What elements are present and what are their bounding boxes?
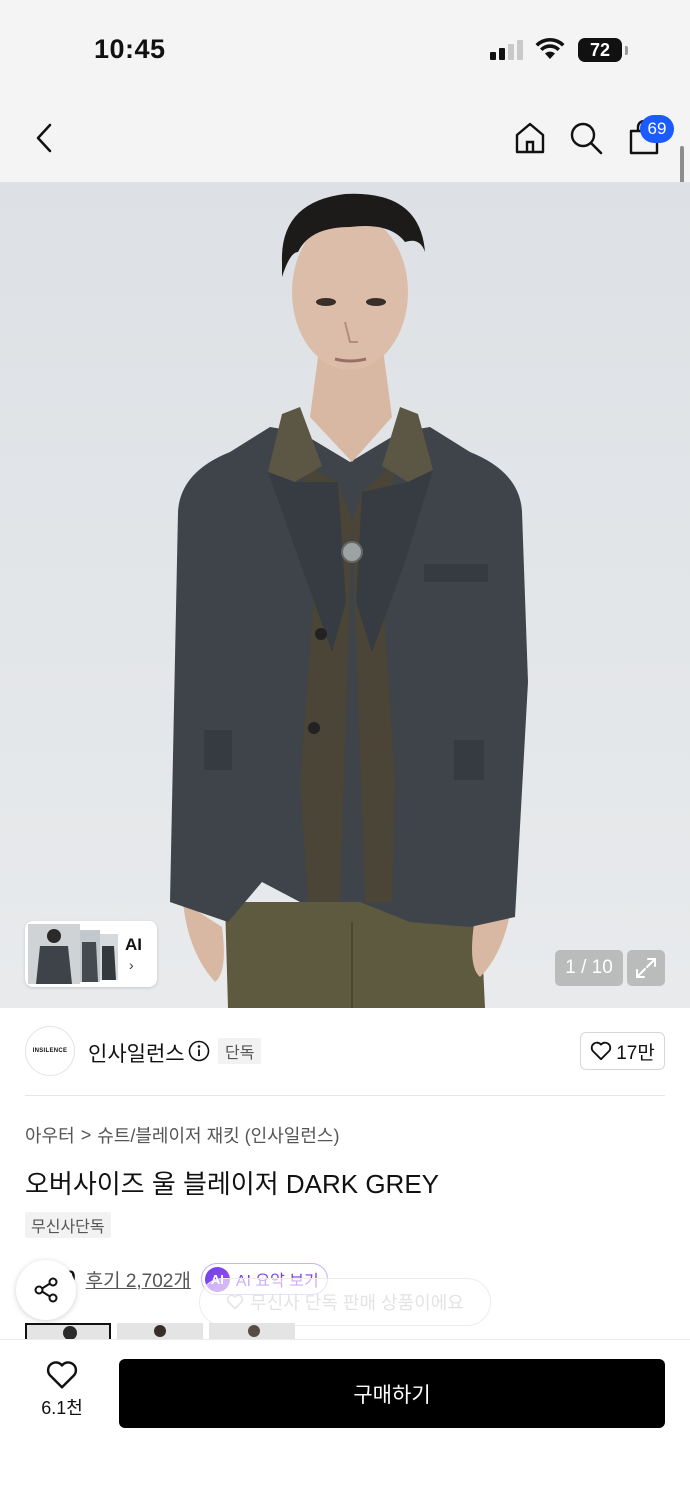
buy-button[interactable]: 구매하기 xyxy=(119,1359,665,1428)
chevron-right-icon: › xyxy=(129,957,134,973)
breadcrumb-category[interactable]: 아우터 xyxy=(25,1122,75,1148)
home-icon xyxy=(515,122,545,154)
info-icon[interactable] xyxy=(188,1040,210,1067)
home-button[interactable] xyxy=(510,118,550,158)
breadcrumb: 아우터 > 슈트/블레이저 재킷 (인사일런스) xyxy=(25,1122,339,1148)
search-icon xyxy=(570,122,603,155)
ai-styling-card[interactable]: AI › xyxy=(25,921,157,987)
cart-count-badge: 69 xyxy=(640,115,674,143)
top-navigation: 69 xyxy=(0,100,690,182)
heart-icon xyxy=(46,1361,78,1389)
product-title: 오버사이즈 울 블레이저 DARK GREY xyxy=(25,1169,440,1199)
signal-icon xyxy=(490,40,523,60)
review-thumbnail[interactable] xyxy=(25,1323,111,1339)
review-thumbnails xyxy=(25,1323,295,1339)
bottom-bar: 6.1천 구매하기 xyxy=(0,1339,690,1500)
exclusive-badge: 무신사단독 xyxy=(25,1212,111,1238)
model-photo xyxy=(170,193,528,1008)
share-icon xyxy=(34,1277,58,1303)
share-button[interactable] xyxy=(16,1260,76,1320)
expand-icon xyxy=(636,958,656,978)
status-bar: 10:45 72 xyxy=(0,0,690,100)
breadcrumb-subcategory[interactable]: 슈트/블레이저 재킷 (인사일런스) xyxy=(97,1122,339,1148)
battery-indicator: 72 xyxy=(578,38,628,62)
divider xyxy=(25,1095,665,1096)
breadcrumb-separator: > xyxy=(80,1124,92,1145)
styling-thumbnails xyxy=(28,924,118,984)
wishlist-button[interactable]: 6.1천 xyxy=(30,1360,94,1430)
image-counter: 1 / 10 xyxy=(555,950,623,986)
toast-text: 무신사 단독 판매 상품이에요 xyxy=(250,1293,464,1313)
brand-row: INSILENCE 인사일런스 단독 17만 xyxy=(0,1008,690,1096)
heart-icon xyxy=(227,1294,244,1310)
exclusive-tag: 단독 xyxy=(218,1038,262,1064)
brand-like-count: 17만 xyxy=(616,1042,655,1064)
review-thumbnail[interactable] xyxy=(117,1323,203,1339)
brand-name[interactable]: 인사일런스 xyxy=(88,1038,185,1068)
brand-logo[interactable]: INSILENCE xyxy=(25,1026,75,1076)
review-link[interactable]: 후기 2,702개 xyxy=(86,1266,191,1293)
exclusive-toast: 무신사 단독 판매 상품이에요 xyxy=(199,1278,491,1326)
back-arrow-icon xyxy=(36,123,52,153)
expand-button[interactable] xyxy=(627,950,665,986)
product-image[interactable] xyxy=(0,182,690,1008)
brand-like-button[interactable]: 17만 xyxy=(580,1032,665,1070)
search-button[interactable] xyxy=(566,118,606,158)
heart-icon xyxy=(591,1041,612,1061)
back-button[interactable] xyxy=(24,118,64,158)
status-time: 10:45 xyxy=(94,34,166,64)
ai-label: AI xyxy=(125,935,142,954)
wifi-icon xyxy=(534,37,566,66)
review-thumbnail[interactable] xyxy=(209,1323,295,1339)
wishlist-count: 6.1천 xyxy=(41,1398,83,1418)
